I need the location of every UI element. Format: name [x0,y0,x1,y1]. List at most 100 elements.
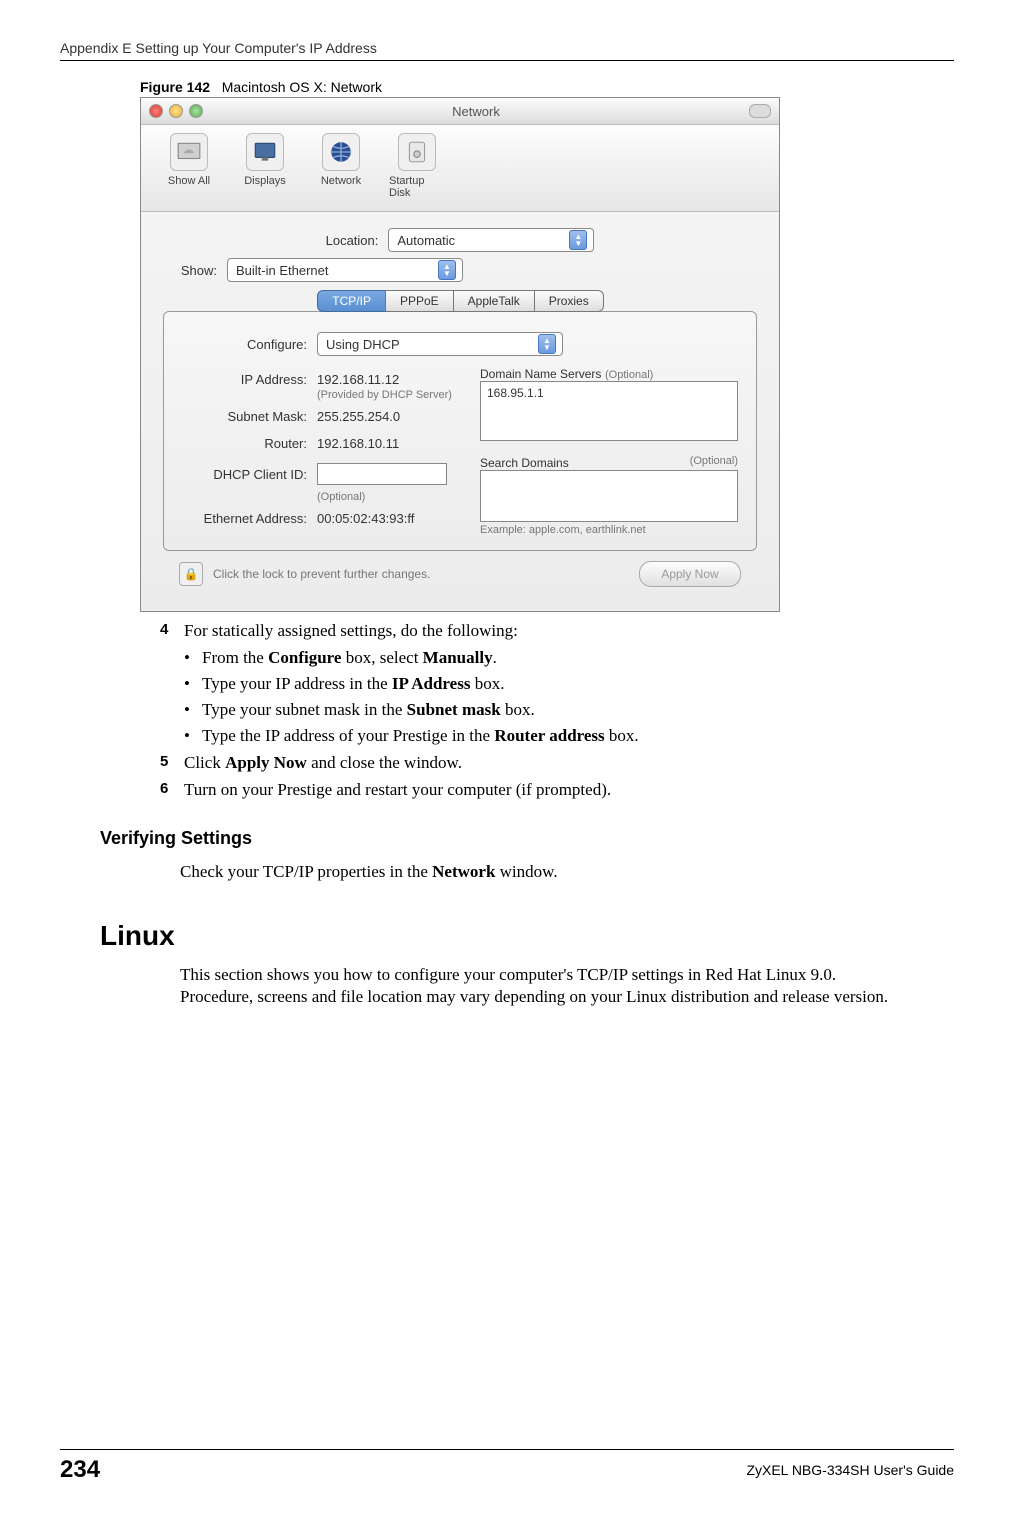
step-number: 4 [160,620,184,643]
step-number: 5 [160,752,184,775]
configure-label: Configure: [182,337,307,352]
bullet-3: Type your subnet mask in the Subnet mask… [202,699,954,722]
close-icon[interactable] [149,104,163,118]
text-bold: Subnet mask [407,700,501,719]
left-column: IP Address: 192.168.11.12 (Provided by D… [182,366,462,536]
dns-optional: (Optional) [605,369,653,381]
toolbar: Show All Displays Network Startup Disk [141,125,779,212]
subnet-label: Subnet Mask: [182,409,307,424]
figure-text: Macintosh OS X: Network [222,79,382,95]
text: box. [470,674,504,693]
text: Check your TCP/IP properties in the [180,862,432,881]
network-icon [322,133,360,171]
toolbar-label: Startup Disk [389,175,445,199]
dns-label: Domain Name Servers [480,367,601,381]
text-bold: IP Address [392,674,471,693]
text: and close the window. [307,753,462,772]
text: window. [495,862,557,881]
text: From the [202,648,268,667]
figure-caption: Figure 142 Macintosh OS X: Network [140,79,954,95]
verifying-text: Check your TCP/IP properties in the Netw… [180,861,894,884]
text: Type the IP address of your Prestige in … [202,726,494,745]
bullet-2: Type your IP address in the IP Address b… [202,673,954,696]
bullet-icon: • [184,699,202,722]
dhcp-client-id-input[interactable] [317,463,447,485]
ip-note: (Provided by DHCP Server) [317,389,462,401]
eth-label: Ethernet Address: [182,511,307,526]
dhcp-label: DHCP Client ID: [182,467,307,482]
tab-proxies[interactable]: Proxies [534,290,604,312]
tab-pppoe[interactable]: PPPoE [385,290,454,312]
lock-icon[interactable]: 🔒 [179,562,203,586]
linux-text: This section shows you how to configure … [180,964,894,1010]
text-bold: Apply Now [225,753,307,772]
tab-appletalk[interactable]: AppleTalk [453,290,535,312]
bullet-icon: • [184,725,202,748]
minimize-icon[interactable] [169,104,183,118]
toolbar-show-all[interactable]: Show All [161,133,217,199]
show-popup[interactable]: Built-in Ethernet ▲▼ [227,258,463,282]
toolbar-toggle-icon[interactable] [749,104,771,118]
text: Click [184,753,225,772]
configure-value: Using DHCP [326,337,400,352]
text-bold: Configure [268,648,341,667]
content-area: Location: Automatic ▲▼ Show: Built-in Et… [141,212,779,611]
network-window: Network Show All Displays Network [140,97,780,612]
search-label: Search Domains [480,456,569,470]
ip-label: IP Address: [182,372,307,387]
header-appendix: Appendix E Setting up Your Computer's IP… [60,40,954,61]
tab-tcpip[interactable]: TCP/IP [317,290,386,312]
show-label: Show: [163,263,217,278]
location-popup[interactable]: Automatic ▲▼ [388,228,594,252]
step-list: 4 For statically assigned settings, do t… [160,620,954,802]
footer-guide: ZyXEL NBG-334SH User's Guide [746,1462,954,1478]
toolbar-network[interactable]: Network [313,133,369,199]
text: box, select [341,648,422,667]
bullet-icon: • [184,647,202,670]
step-6-text: Turn on your Prestige and restart your c… [184,779,954,802]
location-value: Automatic [397,233,455,248]
text-bold: Router address [494,726,604,745]
bullet-4: Type the IP address of your Prestige in … [202,725,954,748]
titlebar: Network [141,98,779,125]
dns-textbox[interactable]: 168.95.1.1 [480,381,738,441]
text: Type your IP address in the [202,674,392,693]
linux-heading: Linux [100,920,954,952]
zoom-icon[interactable] [189,104,203,118]
verifying-heading: Verifying Settings [100,828,954,849]
tcpip-panel: Configure: Using DHCP ▲▼ IP Address: 192… [163,311,757,551]
step-4-text: For statically assigned settings, do the… [184,620,954,643]
search-optional: (Optional) [690,455,738,467]
location-label: Location: [326,233,379,248]
startup-disk-icon [398,133,436,171]
eth-value: 00:05:02:43:93:ff [317,511,414,526]
toolbar-label: Displays [244,175,286,187]
page-number: 234 [60,1456,100,1484]
toolbar-label: Show All [168,175,210,187]
configure-popup[interactable]: Using DHCP ▲▼ [317,332,563,356]
toolbar-startup-disk[interactable]: Startup Disk [389,133,445,199]
text: box. [501,700,535,719]
show-all-icon [170,133,208,171]
lock-text: Click the lock to prevent further change… [213,567,430,581]
lock-row: 🔒 Click the lock to prevent further chan… [163,551,757,597]
router-label: Router: [182,436,307,451]
show-value: Built-in Ethernet [236,263,329,278]
popup-arrows-icon: ▲▼ [538,334,556,354]
step-5-text: Click Apply Now and close the window. [184,752,954,775]
text: Type your subnet mask in the [202,700,407,719]
toolbar-label: Network [321,175,361,187]
dhcp-note: (Optional) [317,491,462,503]
traffic-lights [149,104,203,118]
popup-arrows-icon: ▲▼ [438,260,456,280]
search-textbox[interactable] [480,470,738,522]
step-number: 6 [160,779,184,802]
text-bold: Manually [423,648,493,667]
subnet-value: 255.255.254.0 [317,409,400,424]
toolbar-displays[interactable]: Displays [237,133,293,199]
bullet-1: From the Configure box, select Manually. [202,647,954,670]
router-value: 192.168.10.11 [317,436,399,451]
bullet-icon: • [184,673,202,696]
search-example: Example: apple.com, earthlink.net [480,524,738,536]
apply-now-button[interactable]: Apply Now [639,561,741,587]
